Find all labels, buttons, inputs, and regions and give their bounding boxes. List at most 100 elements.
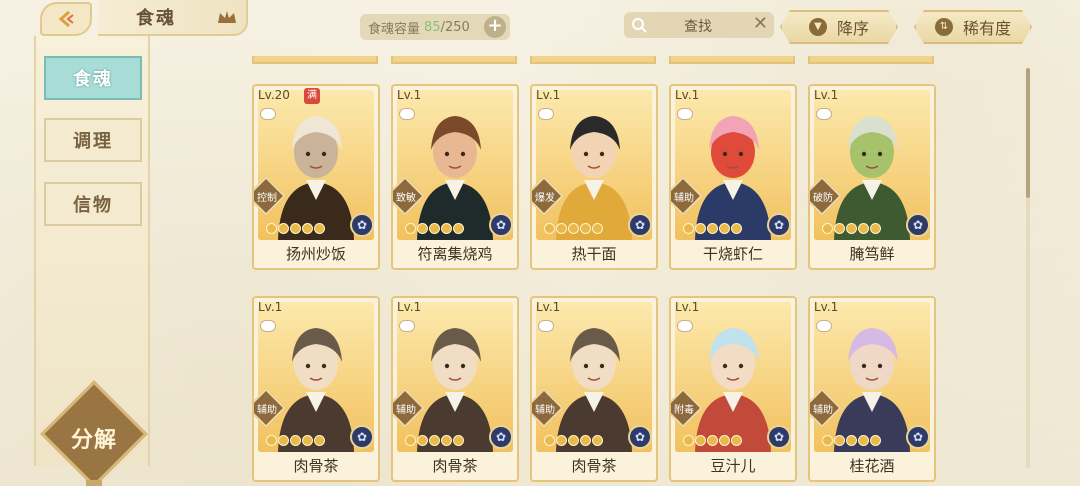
rarity-pips (683, 223, 742, 234)
rarity-pip (453, 435, 464, 446)
food-soul-card[interactable]: Lv.1 辅助 ✿ 肉骨茶 (252, 296, 380, 482)
element-flower-icon: ✿ (350, 213, 374, 237)
element-flower-icon: ✿ (906, 425, 930, 449)
character-name: 扬州炒饭 (285, 245, 346, 263)
rarity-pip (453, 223, 464, 234)
rarity-pip (695, 435, 706, 446)
sidebar-item-label: 调理 (73, 131, 113, 152)
sort-toggle-icon: ⇅ (935, 18, 953, 36)
rarity-pip (278, 223, 289, 234)
food-soul-card[interactable]: Lv.1 爆发 ✿ 热干面 (530, 84, 658, 270)
rarity-pip (707, 435, 718, 446)
rarity-pip (266, 435, 277, 446)
level-label: Lv.1 (675, 300, 700, 314)
rarity-pip (544, 435, 555, 446)
character-name: 肉骨茶 (571, 457, 617, 475)
capacity-indicator: 食魂容量 85 /250 + (360, 14, 510, 40)
scrollbar[interactable] (1026, 68, 1030, 468)
back-button[interactable] (40, 2, 92, 36)
rarity-pips (822, 435, 881, 446)
rarity-pips (405, 435, 464, 446)
rarity-pip (429, 435, 440, 446)
role-label: 辅助 (813, 405, 833, 416)
rarity-pip (441, 435, 452, 446)
rarity-pip (544, 223, 555, 234)
chat-bubble-icon (260, 108, 276, 120)
rarity-pip (592, 223, 603, 234)
level-label: Lv.1 (536, 88, 561, 102)
role-label: 辅助 (396, 405, 416, 416)
food-soul-card[interactable]: Lv.1 辅助 ✿ 桂花酒 (808, 296, 936, 482)
sort-by-label: 稀有度 (962, 19, 1011, 38)
rarity-pip (683, 223, 694, 234)
rarity-pip (314, 435, 325, 446)
sidebar-item-tokens[interactable]: 信物 (44, 182, 142, 226)
rarity-pips (266, 223, 325, 234)
crown-icon[interactable] (216, 9, 238, 25)
chat-bubble-icon (816, 320, 832, 332)
food-soul-card[interactable]: Lv.1 辅助 ✿ 肉骨茶 (530, 296, 658, 482)
food-soul-grid: Lv.20 满 控制 ✿ 扬州炒饭 Lv.1 致敏 ✿ 符离集烧鸡 Lv.1 爆… (250, 56, 1030, 486)
rarity-pips (544, 435, 603, 446)
level-label: Lv.20 (258, 88, 290, 102)
food-soul-card[interactable]: Lv.1 致敏 ✿ 符离集烧鸡 (391, 84, 519, 270)
rarity-pip (846, 435, 857, 446)
rarity-pip (302, 435, 313, 446)
rarity-pip (290, 223, 301, 234)
search-icon (632, 18, 647, 33)
rarity-pip (834, 223, 845, 234)
rarity-pip (290, 435, 301, 446)
level-label: Lv.1 (397, 88, 422, 102)
rarity-pip (417, 435, 428, 446)
add-capacity-button[interactable]: + (484, 16, 506, 38)
rarity-pip (719, 223, 730, 234)
food-soul-card[interactable]: Lv.1 破防 ✿ 腌笃鲜 (808, 84, 936, 270)
sidebar-item-cooking[interactable]: 调理 (44, 118, 142, 162)
level-label: Lv.1 (397, 300, 422, 314)
rarity-pip (278, 435, 289, 446)
clear-search-icon[interactable]: ✕ (753, 13, 768, 34)
rarity-pips (683, 435, 742, 446)
food-soul-card[interactable]: Lv.1 辅助 ✿ 干烧虾仁 (669, 84, 797, 270)
role-label: 致敏 (396, 193, 416, 204)
sidebar-item-label: 信物 (73, 195, 113, 216)
rarity-pip (719, 435, 730, 446)
character-name: 桂花酒 (849, 457, 895, 475)
sidebar: 食魂 调理 信物 分解 (34, 36, 150, 486)
search-label: 查找 (684, 19, 712, 35)
sidebar-item-food-souls[interactable]: 食魂 (44, 56, 142, 100)
rarity-pip (405, 435, 416, 446)
rarity-pip (592, 435, 603, 446)
sidebar-item-label: 食魂 (73, 69, 113, 90)
chat-bubble-icon (816, 108, 832, 120)
role-label: 辅助 (674, 193, 694, 204)
rarity-pips (544, 223, 603, 234)
rarity-pip (822, 435, 833, 446)
character-name: 符离集烧鸡 (417, 245, 493, 263)
rarity-pip (870, 223, 881, 234)
character-name: 腌笃鲜 (849, 245, 895, 263)
role-label: 辅助 (535, 405, 555, 416)
rarity-pip (302, 223, 313, 234)
rarity-pip (683, 435, 694, 446)
food-soul-card[interactable]: Lv.1 附毒 ✿ 豆汁儿 (669, 296, 797, 482)
page-title: 食魂 (136, 8, 176, 29)
rarity-pip (580, 435, 591, 446)
food-soul-card[interactable]: Lv.1 辅助 ✿ 肉骨茶 (391, 296, 519, 482)
rarity-pip (846, 223, 857, 234)
scroll-thumb[interactable] (1026, 68, 1030, 198)
role-label: 爆发 (535, 193, 555, 204)
sort-by-button[interactable]: ⇅ 稀有度 (914, 10, 1032, 44)
rarity-pip (568, 435, 579, 446)
sort-order-button[interactable]: ▼ 降序 (780, 10, 898, 44)
rarity-pip (405, 223, 416, 234)
tassel-ornament (86, 480, 102, 486)
capacity-label: 食魂容量 (368, 21, 421, 37)
capacity-max: /250 (440, 19, 470, 35)
search-box[interactable]: 查找 ✕ (624, 12, 774, 38)
character-name: 肉骨茶 (432, 457, 478, 475)
food-soul-card[interactable]: Lv.20 满 控制 ✿ 扬州炒饭 (252, 84, 380, 270)
rarity-pip (870, 435, 881, 446)
element-flower-icon: ✿ (489, 213, 513, 237)
role-label: 附毒 (674, 405, 694, 416)
